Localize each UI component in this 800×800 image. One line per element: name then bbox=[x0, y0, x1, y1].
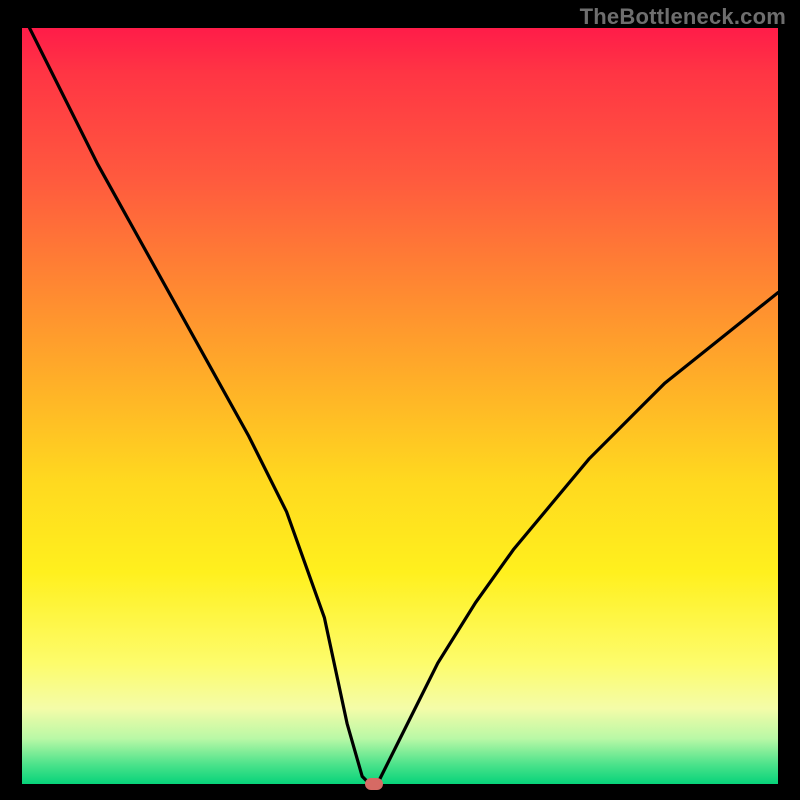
chart-frame: TheBottleneck.com bbox=[0, 0, 800, 800]
bottleneck-curve bbox=[22, 28, 778, 784]
optimal-marker-icon bbox=[365, 778, 383, 790]
watermark-text: TheBottleneck.com bbox=[580, 4, 786, 30]
plot-area bbox=[22, 28, 778, 784]
plot-inner bbox=[22, 28, 778, 784]
